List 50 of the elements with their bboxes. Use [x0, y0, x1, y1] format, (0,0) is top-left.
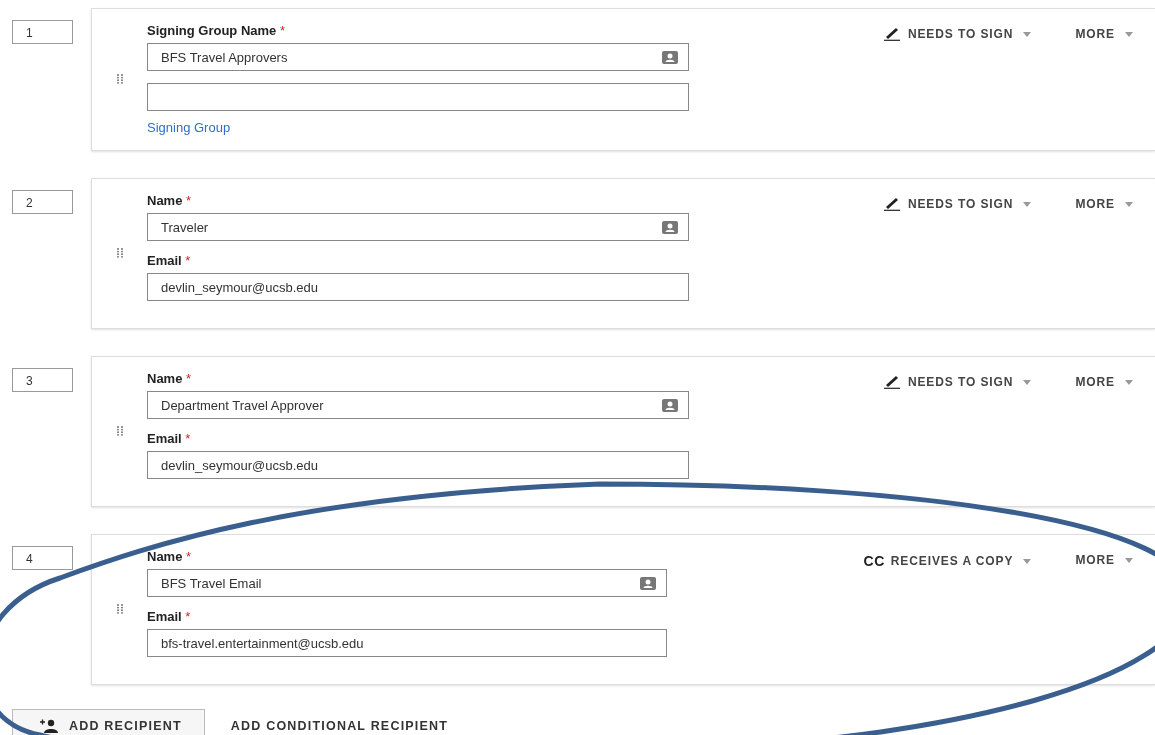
drag-handle-icon[interactable] — [116, 604, 123, 614]
input-field[interactable]: devlin_seymour@ucsb.edu — [147, 451, 689, 479]
caret-icon — [1125, 31, 1133, 37]
caret-icon — [1023, 558, 1032, 564]
drag-handle-icon[interactable] — [116, 74, 123, 84]
add-recipient-button[interactable]: ADD RECIPIENT — [12, 709, 205, 735]
caret-icon — [1125, 557, 1133, 563]
more-dropdown[interactable]: MORE — [1075, 375, 1133, 389]
contact-card-icon[interactable] — [662, 50, 678, 64]
field-label: Name * — [147, 193, 193, 208]
field-label: Email * — [147, 609, 192, 624]
pen-icon — [881, 197, 902, 211]
caret-icon — [1023, 379, 1032, 385]
input-field[interactable]: devlin_seymour@ucsb.edu — [147, 273, 689, 301]
caret-icon — [1023, 201, 1032, 207]
contact-card-icon[interactable] — [662, 220, 678, 234]
field-label: Email * — [147, 253, 192, 268]
input-field[interactable]: Traveler — [147, 213, 689, 241]
signing-group-link[interactable]: Signing Group — [147, 120, 689, 135]
field-label: Email * — [147, 431, 192, 446]
more-dropdown[interactable]: MORE — [1075, 197, 1133, 211]
field-label: Signing Group Name * — [147, 23, 286, 38]
field-label: Name * — [147, 549, 193, 564]
caret-icon — [1125, 379, 1133, 385]
order-field[interactable]: 3 — [12, 368, 73, 392]
caret-icon — [1023, 31, 1032, 37]
drag-handle-icon[interactable] — [116, 426, 123, 436]
role-dropdown[interactable]: NEEDS TO SIGN — [881, 197, 1032, 211]
input-field[interactable]: Department Travel Approver — [147, 391, 689, 419]
contact-card-icon[interactable] — [640, 576, 656, 590]
input-field[interactable]: bfs-travel.entertainment@ucsb.edu — [147, 629, 667, 657]
input-field[interactable]: BFS Travel Approvers — [147, 43, 689, 71]
add-conditional-recipient-link[interactable]: ADD CONDITIONAL RECIPIENT — [230, 719, 449, 733]
field-label: Name * — [147, 371, 193, 386]
pen-icon — [881, 27, 902, 41]
order-field[interactable]: 4 — [12, 546, 73, 570]
more-dropdown[interactable]: MORE — [1075, 27, 1133, 41]
more-dropdown[interactable]: MORE — [1075, 553, 1133, 567]
order-field[interactable]: 2 — [12, 190, 73, 214]
pen-icon — [881, 375, 902, 389]
drag-handle-icon[interactable] — [116, 248, 123, 258]
role-dropdown[interactable]: NEEDS TO SIGN — [881, 27, 1032, 41]
input-field[interactable]: BFS Travel Email — [147, 569, 667, 597]
order-field[interactable]: 1 — [12, 20, 73, 44]
contact-card-icon[interactable] — [662, 398, 678, 412]
input-field[interactable] — [147, 83, 689, 111]
role-dropdown[interactable]: CC RECEIVES A COPY — [863, 553, 1032, 569]
caret-icon — [1125, 201, 1133, 207]
role-dropdown[interactable]: NEEDS TO SIGN — [881, 375, 1032, 389]
add-person-icon — [39, 719, 59, 733]
